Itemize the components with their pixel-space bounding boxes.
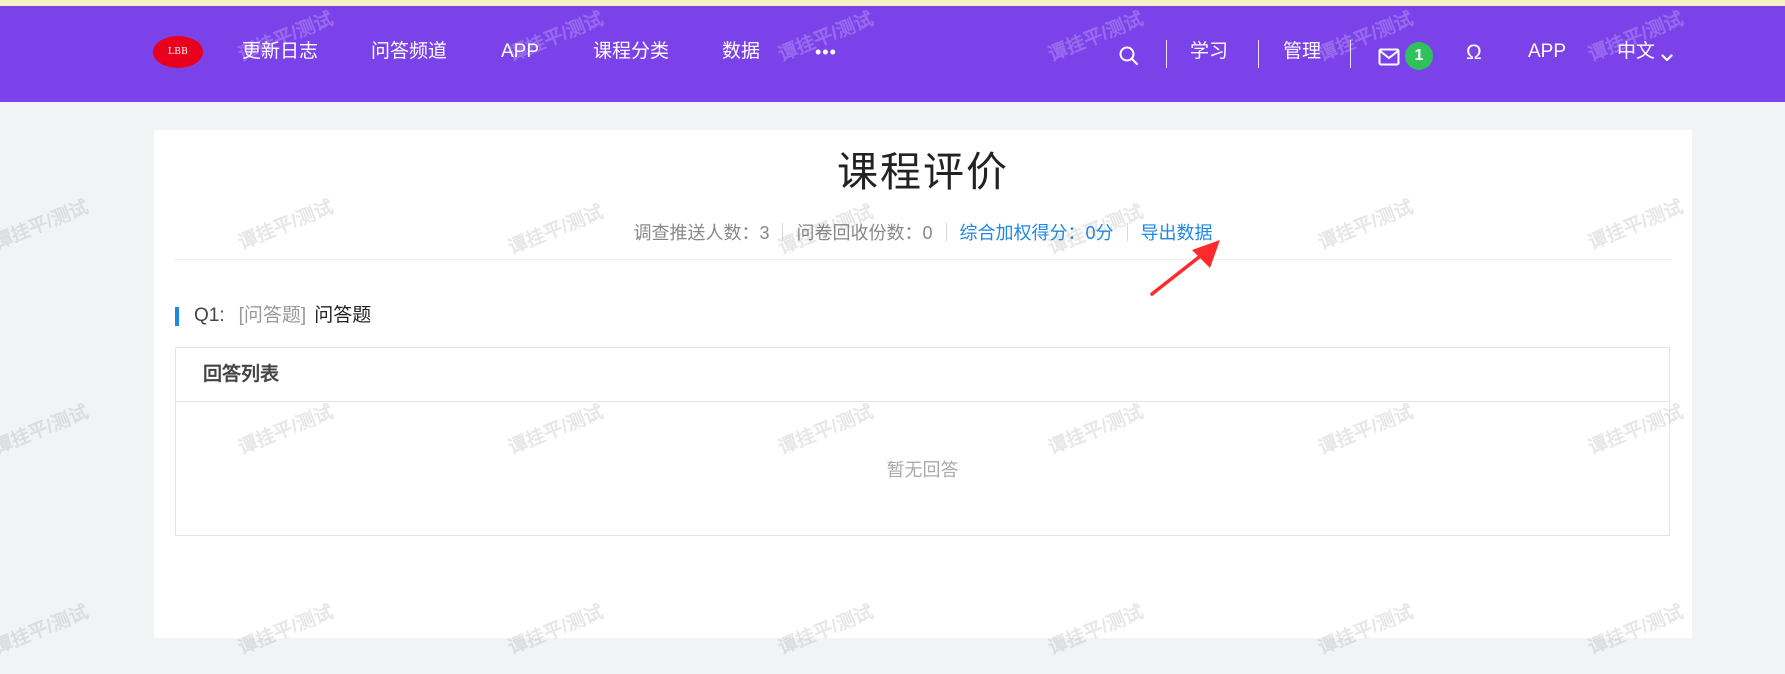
nav-link-manage[interactable]: 管理: [1283, 40, 1321, 64]
stat-divider: [945, 223, 947, 241]
nav-link-app-right[interactable]: APP: [1528, 40, 1566, 64]
search-icon[interactable]: [1118, 45, 1140, 67]
page-title: 课程评价: [837, 149, 1009, 195]
question-marker: [175, 307, 179, 326]
nav-link-qa-channel[interactable]: 问答频道: [371, 40, 447, 64]
nav-link-learn[interactable]: 学习: [1190, 40, 1228, 64]
pushed-count: 调查推送人数：3: [633, 223, 770, 243]
question-number: Q1:: [194, 305, 225, 326]
nav-link-changelog[interactable]: 更新日志: [242, 40, 318, 64]
question-title: 问答题: [314, 305, 372, 326]
answer-list-table: 回答列表 暂无回答: [175, 347, 1670, 536]
stat-divider: [1126, 223, 1128, 241]
stat-divider: [782, 223, 784, 241]
nav-link-data[interactable]: 数据: [722, 40, 760, 64]
chevron-down-icon[interactable]: [1661, 54, 1673, 62]
watermark: 谭挂平/测试: [0, 196, 92, 254]
watermark: 谭挂平/测试: [0, 601, 92, 659]
language-selector[interactable]: 中文: [1617, 40, 1655, 64]
empty-state-text: 暂无回答: [886, 459, 959, 480]
watermark: 谭挂平/测试: [0, 401, 92, 459]
collected-count: 问卷回收份数：0: [796, 223, 933, 243]
empty-state: 暂无回答: [176, 402, 1669, 535]
answer-list-header: 回答列表: [176, 348, 1669, 402]
top-navbar: LBB 更新日志 问答频道 APP 课程分类 数据 ••• 学习 管理 1 Ω …: [0, 6, 1785, 102]
message-count-badge: 1: [1405, 42, 1433, 70]
logo[interactable]: LBB: [153, 36, 203, 68]
annotation-arrow-icon: [1150, 240, 1220, 296]
special-character-button[interactable]: Ω: [1466, 40, 1482, 66]
question-heading: Q1: [问答题] 问答题: [194, 304, 371, 328]
nav-divider: [1166, 40, 1167, 68]
header-divider: [174, 259, 1672, 260]
nav-divider: [1258, 40, 1259, 68]
more-menu-button[interactable]: •••: [815, 40, 837, 64]
watermark: 谭挂平/测试: [1315, 8, 1417, 66]
weighted-score-link[interactable]: 综合加权得分：0分: [960, 219, 1114, 245]
nav-link-course-categories[interactable]: 课程分类: [593, 40, 669, 64]
question-type: [问答题]: [238, 305, 307, 326]
nav-link-app[interactable]: APP: [501, 40, 539, 64]
course-evaluation-card: 课程评价 调查推送人数：3 问卷回收份数：0 综合加权得分：0分 导出数据 Q1…: [154, 130, 1692, 638]
survey-stats-bar: 调查推送人数：3 问卷回收份数：0 综合加权得分：0分 导出数据: [154, 220, 1692, 244]
mail-icon[interactable]: [1378, 48, 1400, 66]
nav-divider: [1350, 40, 1351, 68]
